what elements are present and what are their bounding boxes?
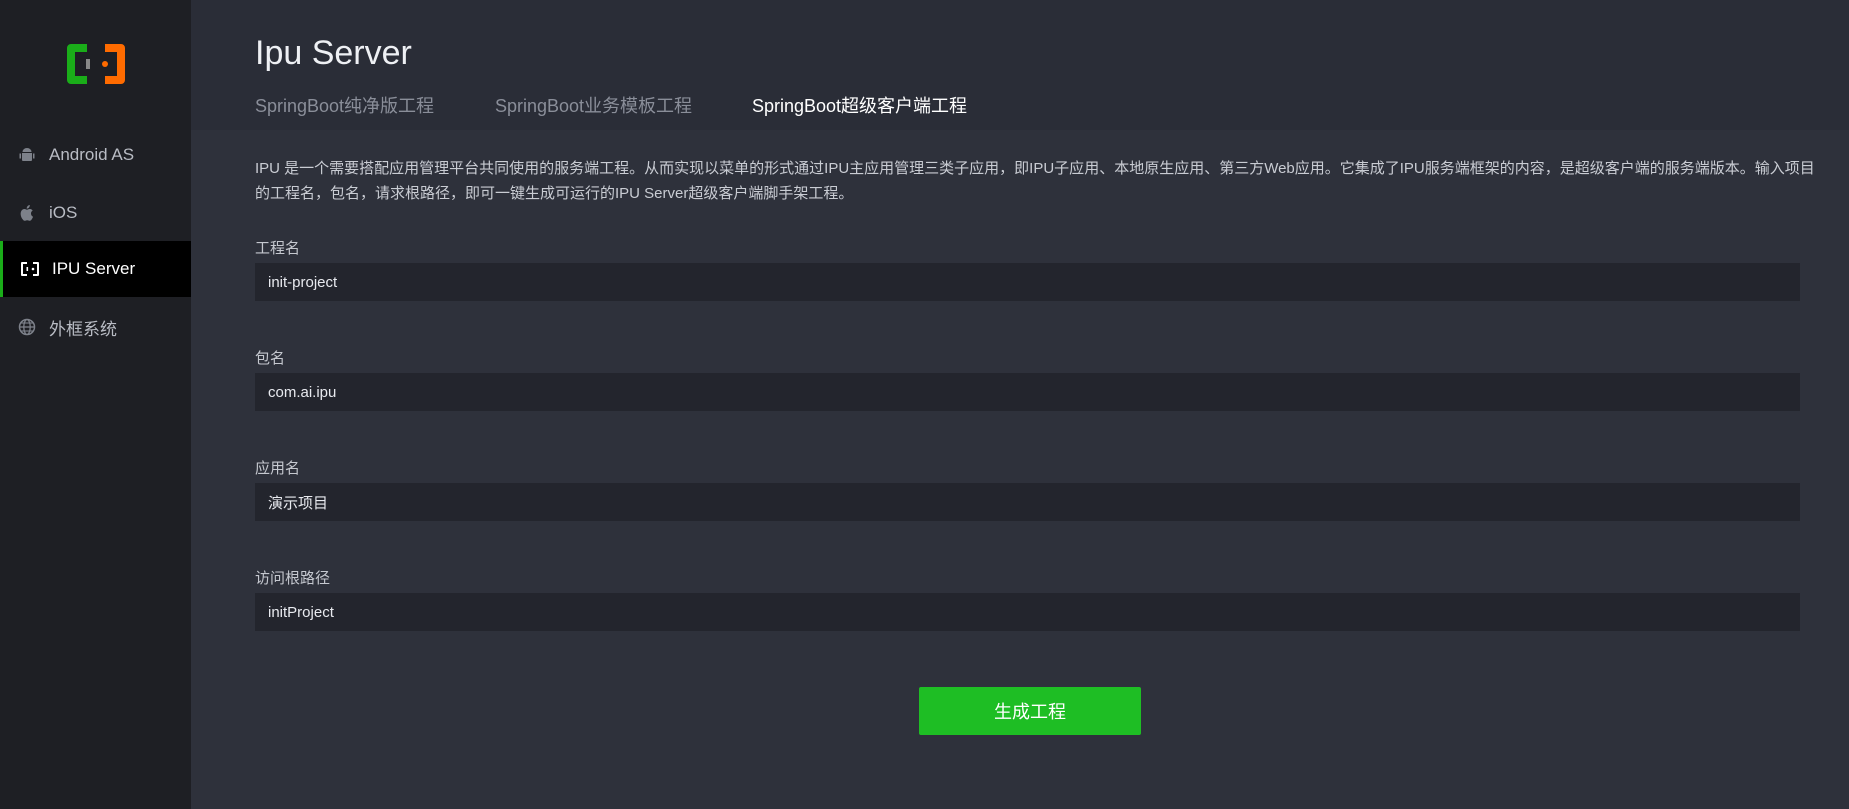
sidebar-item-label: IPU Server	[52, 259, 136, 278]
form-content: IPU 是一个需要搭配应用管理平台共同使用的服务端工程。从而实现以菜单的形式通过…	[191, 130, 1849, 809]
ipu-icon	[20, 259, 40, 279]
tab-springboot-super-client[interactable]: SpringBoot超级客户端工程	[752, 92, 968, 132]
android-icon	[17, 145, 37, 165]
apple-icon	[17, 203, 37, 223]
globe-icon	[17, 317, 37, 337]
sidebar-item-label: 外框系统	[49, 319, 117, 339]
tab-springboot-pure[interactable]: SpringBoot纯净版工程	[255, 92, 434, 130]
sidebar-item-label: Android AS	[49, 145, 135, 164]
page-title: Ipu Server	[255, 34, 412, 72]
field-label-app-name: 应用名	[255, 460, 301, 477]
field-label-package-name: 包名	[255, 350, 286, 367]
app-name-input[interactable]	[255, 483, 1800, 521]
header: Ipu Server SpringBoot纯净版工程 SpringBoot业务模…	[191, 0, 1849, 132]
sidebar-item-frame-system[interactable]: 外框系统	[0, 299, 191, 355]
generate-project-button[interactable]: 生成工程	[919, 687, 1141, 735]
sidebar-item-label: iOS	[49, 203, 78, 222]
project-name-input[interactable]	[255, 263, 1800, 301]
sidebar: Android AS iOS IPU Server 外框系统	[0, 0, 194, 809]
field-label-project-name: 工程名	[255, 240, 301, 257]
main-area: Ipu Server SpringBoot纯净版工程 SpringBoot业务模…	[191, 0, 1849, 809]
root-path-input[interactable]	[255, 593, 1800, 631]
sidebar-item-ios[interactable]: iOS	[0, 185, 191, 241]
app-logo	[67, 44, 125, 84]
package-name-input[interactable]	[255, 373, 1800, 411]
description-text: IPU 是一个需要搭配应用管理平台共同使用的服务端工程。从而实现以菜单的形式通过…	[255, 160, 1815, 202]
sidebar-item-ipu-server[interactable]: IPU Server	[0, 241, 194, 297]
sidebar-item-android[interactable]: Android AS	[0, 127, 191, 183]
tab-springboot-business-template[interactable]: SpringBoot业务模板工程	[495, 92, 692, 130]
field-label-root-path: 访问根路径	[255, 570, 331, 587]
